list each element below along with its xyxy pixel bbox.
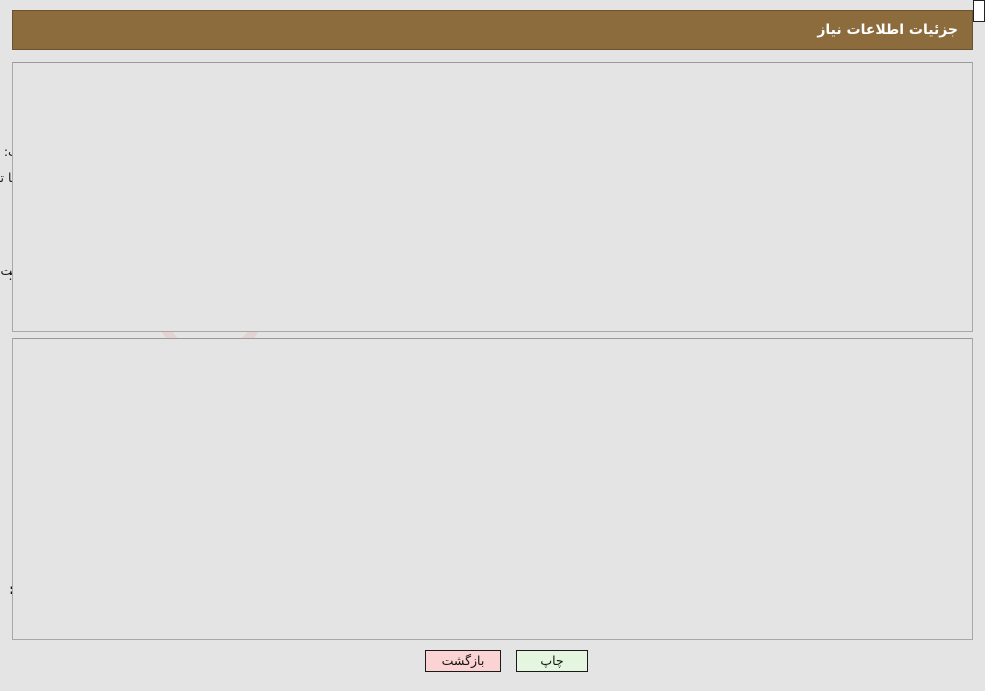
service-details-panel [12, 338, 973, 640]
page-title: جزئیات اطلاعات نیاز [817, 22, 958, 38]
back-button[interactable]: بازگشت [425, 650, 501, 672]
need-info-panel [12, 62, 973, 332]
page-header-bar: جزئیات اطلاعات نیاز [12, 10, 973, 50]
print-button[interactable]: چاپ [516, 650, 588, 672]
